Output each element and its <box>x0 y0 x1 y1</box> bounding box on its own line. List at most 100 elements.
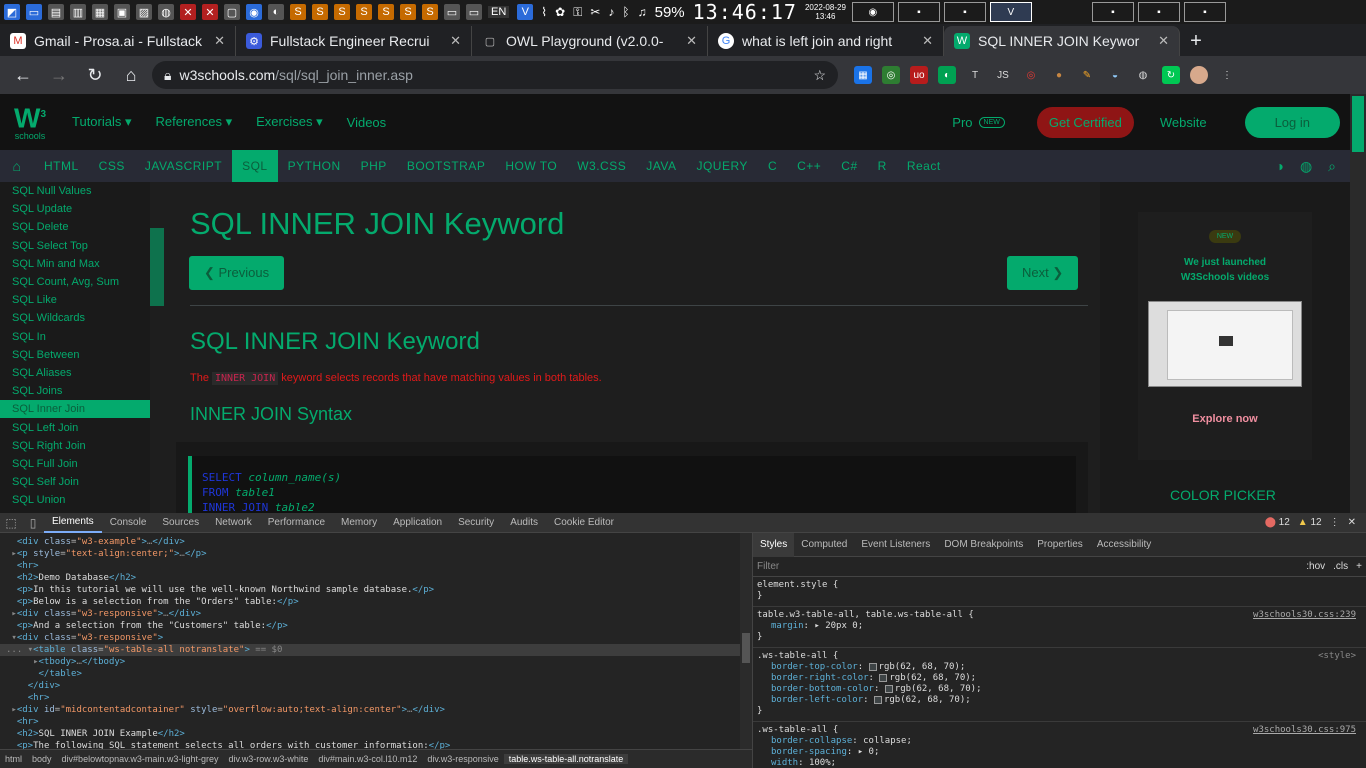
css-rule[interactable]: table.w3-table-all, table.ws-table-all {… <box>753 607 1366 648</box>
devtools-tab-cookie-editor[interactable]: Cookie Editor <box>546 513 622 533</box>
globe-icon[interactable]: ◍ <box>158 4 174 20</box>
menu-references[interactable]: References ▾ <box>156 114 233 130</box>
dom-node[interactable]: <p>And a selection from the "Customers" … <box>0 620 740 632</box>
extension-icon[interactable]: ◐ <box>938 66 956 84</box>
home-icon[interactable]: ⌂ <box>116 60 146 90</box>
extension-icon[interactable]: ↻ <box>1162 66 1180 84</box>
devtools-tab-console[interactable]: Console <box>102 513 155 533</box>
dom-node[interactable]: <p>In this tutorial we will use the well… <box>0 584 740 596</box>
sidebar-item-sql-aliases[interactable]: SQL Aliases <box>0 364 150 382</box>
tab-gmail[interactable]: M Gmail - Prosa.ai - Fullstack ✕ <box>0 26 236 56</box>
sidebar-item-sql-min-and-max[interactable]: SQL Min and Max <box>0 255 150 273</box>
back-arrow-icon[interactable]: ← <box>8 60 38 90</box>
reload-icon[interactable]: ↻ <box>80 60 110 90</box>
sidebar-item-sql-left-join[interactable]: SQL Left Join <box>0 418 150 436</box>
menu-exercises[interactable]: Exercises ▾ <box>256 114 323 130</box>
css-source-link[interactable]: w3schools30.css:975 <box>1253 725 1356 736</box>
topic-react[interactable]: React <box>897 150 951 182</box>
dark-mode-icon[interactable]: ◑ <box>1275 158 1283 175</box>
close-icon[interactable]: ✕ <box>450 33 461 49</box>
sublime-icon-2[interactable]: S <box>312 4 328 20</box>
lock-icon[interactable]: 🔒︎ <box>164 67 171 84</box>
filter-input[interactable]: Filter <box>757 561 1306 572</box>
vpn-icon[interactable]: V <box>517 4 534 20</box>
window-1[interactable]: ▪ <box>897 2 940 22</box>
videos-promo[interactable]: NEW We just launched W3Schools videos Ex… <box>1138 212 1312 460</box>
topic-c-[interactable]: C# <box>831 150 867 182</box>
window-3[interactable]: ▪ <box>1091 2 1134 22</box>
files-icon[interactable]: ▥ <box>70 4 86 20</box>
url-text[interactable]: w3schools.com/sql/sql_join_inner.asp <box>179 67 805 83</box>
sidebar-item-sql-count-avg-sum[interactable]: SQL Count, Avg, Sum <box>0 273 150 291</box>
search-icon[interactable]: ⌕ <box>1328 158 1336 175</box>
styles-filter[interactable]: Filter :hov .cls + <box>753 557 1366 577</box>
devtools-tab-performance[interactable]: Performance <box>260 513 333 533</box>
close-icon[interactable]: ✕ <box>214 33 225 49</box>
scrollbar-thumb[interactable] <box>742 633 750 663</box>
breadcrumb-item[interactable]: div.w3-responsive <box>422 754 503 764</box>
address-bar[interactable]: 🔒︎ w3schools.com/sql/sql_join_inner.asp … <box>152 61 838 89</box>
topic-jquery[interactable]: JQUERY <box>686 150 757 182</box>
paw-icon[interactable]: ✿ <box>555 5 565 19</box>
error-count[interactable]: ⬤ 12 <box>1265 517 1290 528</box>
dom-node[interactable]: </table> <box>0 668 740 680</box>
topic-javascript[interactable]: JAVASCRIPT <box>135 150 232 182</box>
dom-node[interactable]: ▸<div class="w3-responsive">…</div> <box>0 608 740 620</box>
devtools-tab-audits[interactable]: Audits <box>502 513 546 533</box>
color-swatch[interactable] <box>868 662 877 671</box>
dom-node[interactable]: <p>The following SQL statement selects a… <box>0 740 740 749</box>
dom-node[interactable]: <hr> <box>0 692 740 704</box>
window-4[interactable]: ▪ <box>1137 2 1180 22</box>
sidebar-item-sql-between[interactable]: SQL Between <box>0 346 150 364</box>
chrome-icon[interactable]: ◉ <box>246 4 262 20</box>
devtools-tab-sources[interactable]: Sources <box>154 513 207 533</box>
sidebar-item-sql-right-join[interactable]: SQL Right Join <box>0 437 150 455</box>
image-icon[interactable]: ▨ <box>136 4 152 20</box>
sidebar-item-sql-update[interactable]: SQL Update <box>0 200 150 218</box>
close-icon[interactable]: ✕ <box>686 33 697 49</box>
elements-scrollbar[interactable] <box>740 533 752 749</box>
css-rule[interactable]: element.style { } <box>753 577 1366 607</box>
sidebar-item-sql-full-join[interactable]: SQL Full Join <box>0 455 150 473</box>
sidebar-item-sql-select-top[interactable]: SQL Select Top <box>0 237 150 255</box>
css-source-link[interactable]: <style> <box>1318 651 1356 662</box>
cls-toggle[interactable]: .cls <box>1333 561 1348 572</box>
dom-node[interactable]: </div> <box>0 680 740 692</box>
css-rule[interactable]: .ws-table-all { <style> border-top-color… <box>753 648 1366 722</box>
topic-css[interactable]: CSS <box>89 150 135 182</box>
sidebar-item-sql-wildcards[interactable]: SQL Wildcards <box>0 309 150 327</box>
dom-node[interactable]: ▾<div class="w3-responsive"> <box>0 632 740 644</box>
sidebar-item-sql-union[interactable]: SQL Union <box>0 491 150 509</box>
extension-icon[interactable]: ✎ <box>1078 66 1096 84</box>
window-5[interactable]: ▪ <box>1183 2 1226 22</box>
bluetooth-icon[interactable]: ᛒ <box>622 5 629 19</box>
website-link[interactable]: Website <box>1160 115 1207 130</box>
hov-toggle[interactable]: :hov <box>1306 561 1325 572</box>
sublime-icon-4[interactable]: S <box>356 4 372 20</box>
breadcrumb-item[interactable]: div#belowtopnav.w3-main.w3-light-grey <box>57 754 224 764</box>
dom-node[interactable]: <p>Below is a selection from the "Orders… <box>0 596 740 608</box>
cookie-icon[interactable]: ● <box>1050 66 1068 84</box>
color-swatch[interactable] <box>884 684 893 693</box>
dom-node[interactable]: ▸<tbody>…</tbody> <box>0 656 740 668</box>
extension-icon[interactable]: T <box>966 66 984 84</box>
styles-tab-dom-breakpoints[interactable]: DOM Breakpoints <box>937 533 1030 557</box>
css-source-link[interactable]: w3schools30.css:239 <box>1253 610 1356 621</box>
close-app-icon[interactable]: ✕ <box>180 4 196 20</box>
topic-w3-css[interactable]: W3.CSS <box>567 150 636 182</box>
extension-icon[interactable]: JS <box>994 66 1012 84</box>
window-2[interactable]: ▪ <box>943 2 986 22</box>
breadcrumb-item[interactable]: div#main.w3-col.l10.m12 <box>313 754 422 764</box>
get-certified-button[interactable]: Get Certified <box>1036 106 1134 138</box>
globe-icon[interactable]: ◍ <box>1300 158 1312 175</box>
pro-link[interactable]: Pro NEW <box>952 115 1005 130</box>
topic-how-to[interactable]: HOW TO <box>495 150 567 182</box>
window-chrome[interactable]: ◉ <box>851 2 894 22</box>
volume-icon[interactable]: ♪ <box>608 5 614 19</box>
inspect-element-icon[interactable]: ⬚ <box>0 516 22 530</box>
sublime-icon-6[interactable]: S <box>400 4 416 20</box>
extension-icon[interactable]: ◎ <box>1022 66 1040 84</box>
topic-c[interactable]: C <box>758 150 787 182</box>
paperclip-icon[interactable]: ⌇ <box>541 5 547 19</box>
keyboard-layout[interactable]: EN <box>488 6 510 18</box>
